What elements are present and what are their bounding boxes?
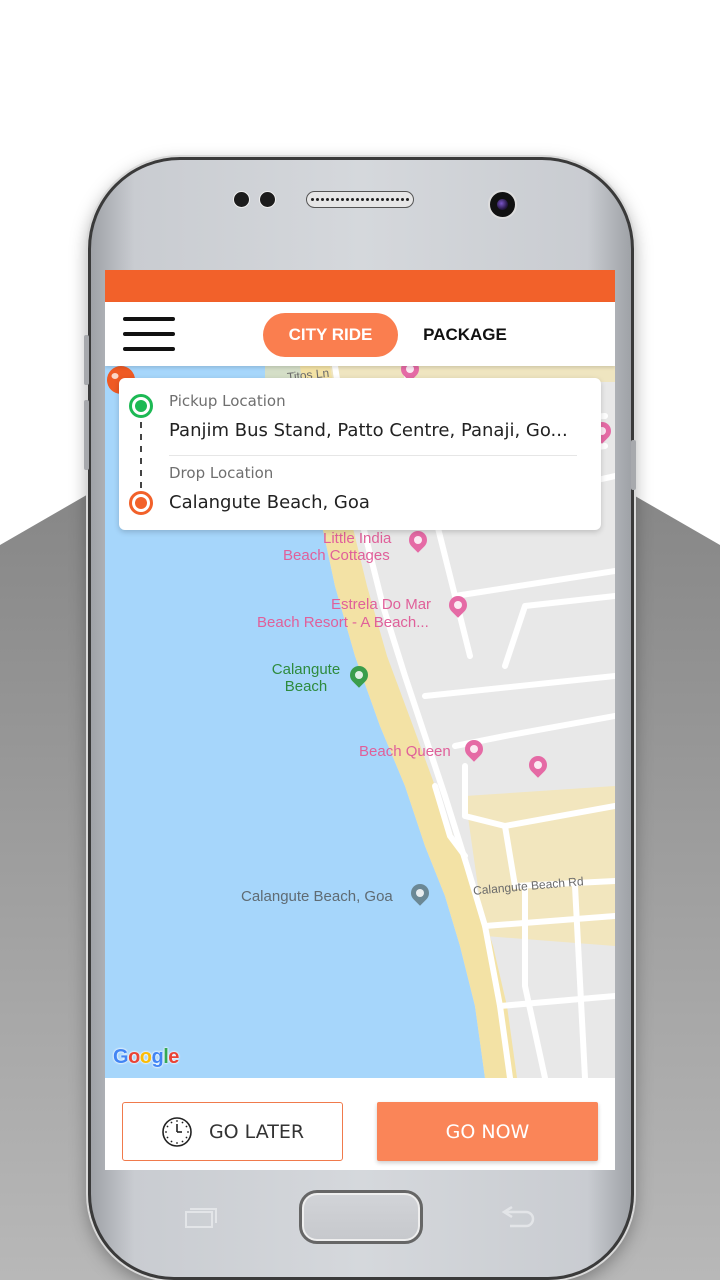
location-card: Pickup Location Panjim Bus Stand, Patto … [119, 378, 601, 530]
go-now-button[interactable]: GO NOW [377, 1102, 598, 1161]
map-label-little-india: Little India [323, 530, 392, 547]
map-label-estrela: Estrela Do Mar [331, 596, 432, 613]
top-bar: CITY RIDE PACKAGE [105, 302, 615, 366]
pickup-location-field[interactable]: Panjim Bus Stand, Patto Centre, Panaji, … [169, 420, 589, 441]
map-label-little-india-2: Beach Cottages [283, 547, 390, 564]
card-divider [169, 455, 577, 456]
pickup-label: Pickup Location [169, 392, 286, 410]
volume-button [84, 400, 89, 470]
go-later-label: GO LATER [208, 1120, 305, 1143]
map-label-calangute-line1: Calangute [271, 661, 341, 678]
earpiece-speaker [306, 191, 414, 208]
proximity-sensor [233, 191, 250, 208]
tab-package[interactable]: PACKAGE [415, 313, 515, 357]
map-label-calangute-goa: Calangute Beach, Goa [241, 888, 393, 905]
power-button [631, 440, 636, 490]
recents-icon[interactable] [185, 1206, 217, 1228]
light-sensor [259, 191, 276, 208]
google-logo: Google [113, 1046, 179, 1068]
drop-dot-icon [129, 491, 153, 515]
hamburger-menu-icon[interactable] [123, 317, 175, 351]
drop-label: Drop Location [169, 464, 274, 482]
clock-icon [162, 1116, 192, 1147]
go-later-button[interactable]: GO LATER [122, 1102, 343, 1161]
drop-location-field[interactable]: Calangute Beach, Goa [169, 492, 589, 513]
tab-city-ride[interactable]: CITY RIDE [263, 313, 398, 357]
map-label-estrela-2: Beach Resort - A Beach... [257, 614, 429, 631]
map-label-calangute-line2: Beach [284, 678, 328, 695]
front-camera [488, 190, 517, 219]
map-label-calangute-beach: Calangute Beach [265, 661, 347, 695]
pickup-dot-icon [129, 394, 153, 418]
route-dashed-line [140, 422, 142, 488]
volume-button [84, 335, 89, 385]
home-button[interactable] [299, 1190, 423, 1244]
bottom-action-bar: GO LATER GO NOW [105, 1078, 615, 1170]
app-screen: CITY RIDE PACKAGE Titos Ln Little India … [105, 270, 615, 1170]
map-label-beach-queen: Beach Queen [359, 743, 451, 760]
status-bar [105, 270, 615, 302]
back-icon[interactable] [500, 1203, 536, 1229]
